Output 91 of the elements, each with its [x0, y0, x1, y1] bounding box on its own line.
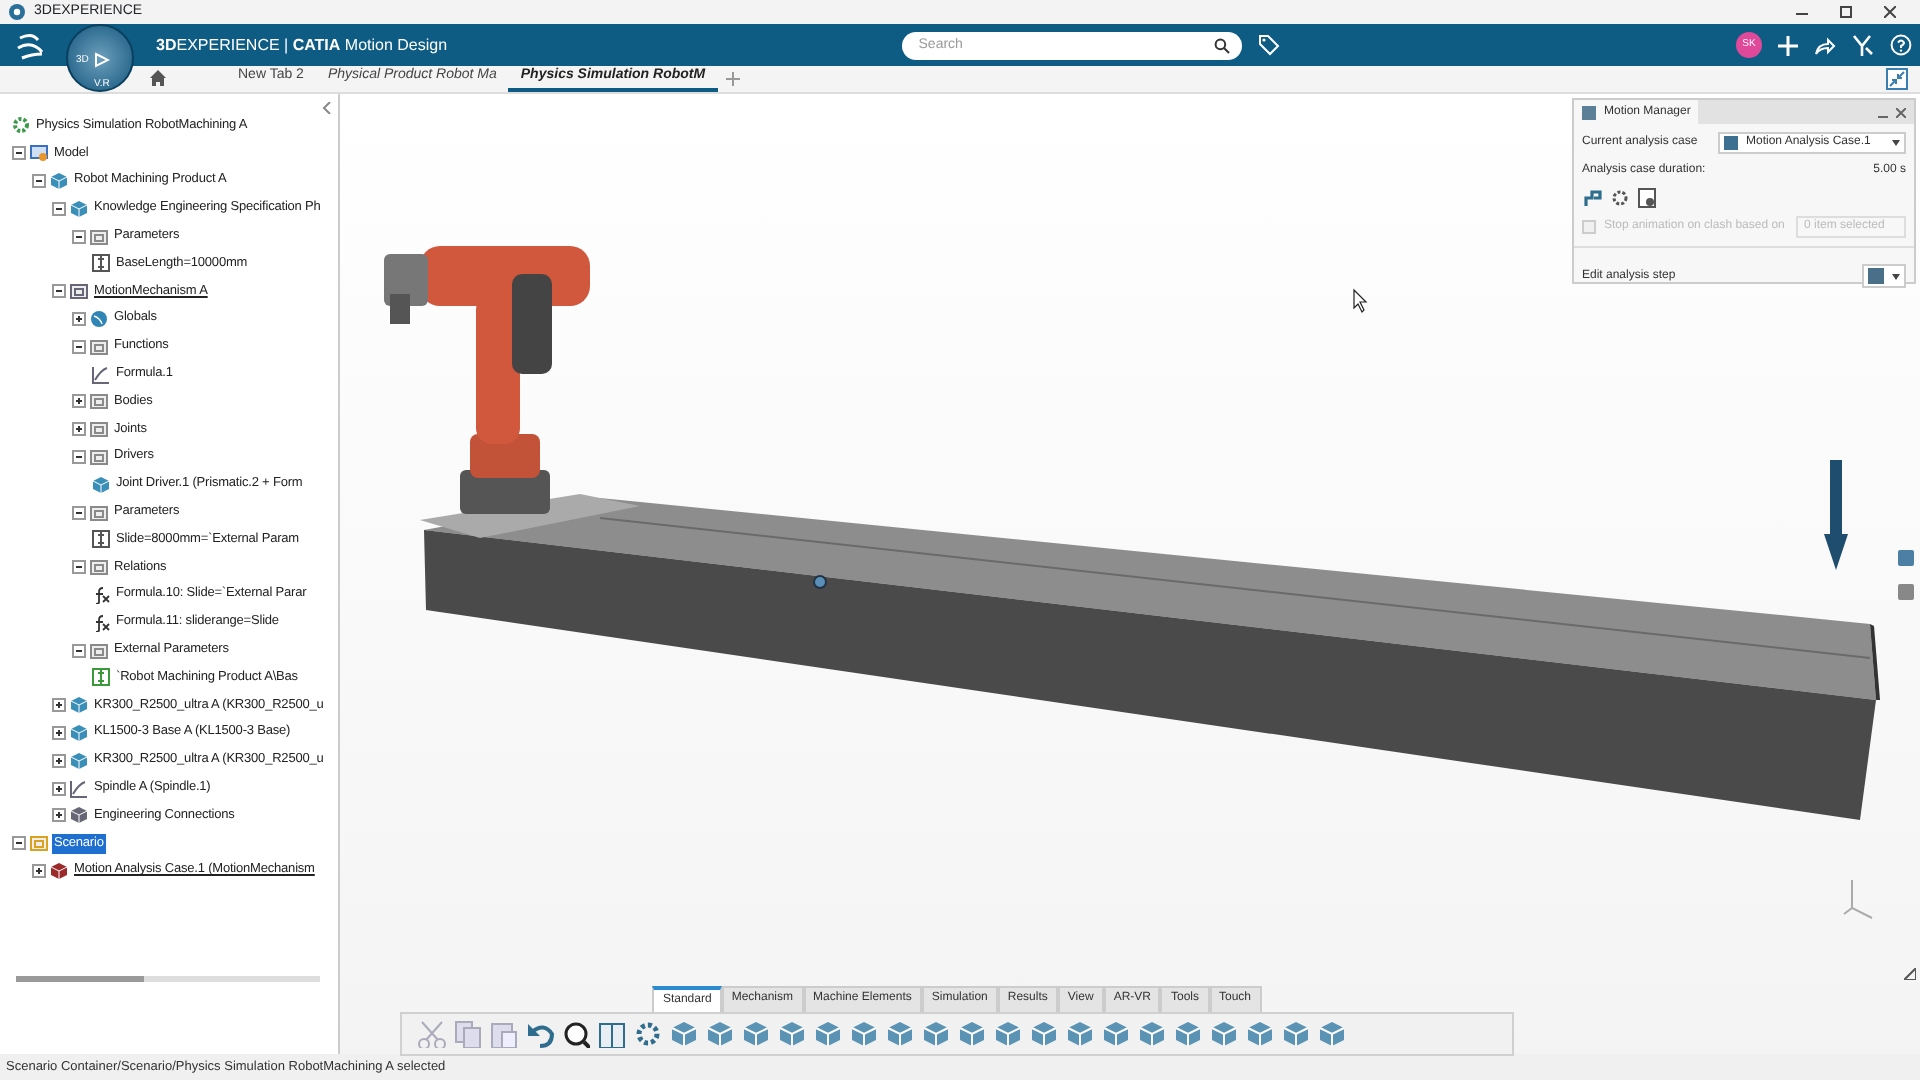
- cube-icon[interactable]: [778, 1020, 806, 1048]
- joint-marker-icon: [813, 575, 827, 589]
- cube-icon[interactable]: [886, 1020, 914, 1048]
- cube-icon: [70, 723, 88, 742]
- tag-icon[interactable]: [1258, 34, 1281, 56]
- expand-toggle[interactable]: [72, 449, 86, 464]
- cube-icon[interactable]: [742, 1020, 770, 1048]
- zoom-icon[interactable]: [562, 1020, 590, 1048]
- cube-icon[interactable]: [1246, 1020, 1274, 1048]
- expand-toggle[interactable]: [52, 808, 66, 823]
- settings-icon[interactable]: [1610, 188, 1630, 208]
- expand-toggle[interactable]: [72, 311, 86, 326]
- monitor-icon: [30, 144, 48, 163]
- edit-step-button[interactable]: [1862, 264, 1906, 288]
- ruler-icon: [92, 530, 110, 549]
- globe-icon: [90, 309, 108, 328]
- cube-icon[interactable]: [1318, 1020, 1346, 1048]
- cube-icon[interactable]: [994, 1020, 1022, 1048]
- cube-icon[interactable]: [1066, 1020, 1094, 1048]
- curve-icon: [92, 365, 110, 384]
- cursor-icon: [1353, 288, 1368, 313]
- cube-icon: [92, 475, 110, 494]
- cube-icon: [70, 806, 88, 825]
- gear-icon[interactable]: [634, 1020, 662, 1048]
- expand-toggle[interactable]: [12, 836, 26, 851]
- cube-icon: [70, 199, 88, 218]
- folder-icon: [90, 558, 108, 577]
- cube-icon[interactable]: [1174, 1020, 1202, 1048]
- cube-icon[interactable]: [814, 1020, 842, 1048]
- scrollbar[interactable]: [16, 976, 320, 982]
- share-icon[interactable]: [1813, 35, 1836, 55]
- undo-icon[interactable]: [526, 1020, 554, 1048]
- logo-icon[interactable]: [16, 31, 48, 59]
- close-icon[interactable]: [1896, 107, 1906, 117]
- expand-toggle[interactable]: [52, 781, 66, 796]
- down-arrow-icon: [1824, 460, 1848, 570]
- cube-icon: [70, 751, 88, 770]
- cube-icon[interactable]: [850, 1020, 878, 1048]
- cube-icon[interactable]: [1030, 1020, 1058, 1048]
- folder-icon: [70, 282, 88, 301]
- cube-icon[interactable]: [670, 1020, 698, 1048]
- expand-toggle[interactable]: [52, 201, 66, 216]
- caret-icon: [1892, 140, 1900, 146]
- cube-icon[interactable]: [1282, 1020, 1310, 1048]
- home-icon[interactable]: [150, 70, 166, 86]
- expand-toggle[interactable]: [72, 394, 86, 409]
- cube-icon: [50, 861, 68, 880]
- cube-icon[interactable]: [1102, 1020, 1130, 1048]
- folder-icon: [90, 503, 108, 522]
- collapse-panel-icon[interactable]: [322, 102, 332, 114]
- cube-icon[interactable]: [1210, 1020, 1238, 1048]
- maximize-icon[interactable]: [1840, 6, 1852, 18]
- expand-toggle[interactable]: [52, 753, 66, 768]
- preview-icon[interactable]: [1638, 188, 1658, 208]
- expand-toggle[interactable]: [52, 698, 66, 713]
- formula-icon: [92, 613, 110, 632]
- cube-icon[interactable]: [958, 1020, 986, 1048]
- cube-icon[interactable]: [1138, 1020, 1166, 1048]
- formula-icon: [92, 585, 110, 604]
- expand-toggle[interactable]: [72, 643, 86, 658]
- corner-arrow-icon[interactable]: [1904, 968, 1916, 980]
- book-icon[interactable]: [598, 1020, 626, 1048]
- ruler-icon: [92, 254, 110, 273]
- expand-toggle[interactable]: [72, 560, 86, 575]
- folder-icon: [30, 834, 48, 853]
- caret-icon: [1892, 273, 1900, 279]
- expand-toggle[interactable]: [32, 863, 46, 878]
- app-brand: 3DEXPERIENCE | CATIA Motion Design: [156, 33, 448, 57]
- cube-icon[interactable]: [706, 1020, 734, 1048]
- folder-icon: [90, 337, 108, 356]
- expand-toggle[interactable]: [52, 725, 66, 740]
- cube-icon: [50, 171, 68, 190]
- folder-icon: [90, 227, 108, 246]
- expand-toggle[interactable]: [12, 146, 26, 161]
- expand-toggle[interactable]: [72, 229, 86, 244]
- restore-view-icon[interactable]: [1886, 68, 1908, 90]
- folder-icon: [90, 641, 108, 660]
- ruler-icon: [92, 668, 110, 687]
- axis-triad-icon: [1843, 879, 1873, 919]
- expand-toggle[interactable]: [72, 422, 86, 437]
- expand-toggle[interactable]: [32, 173, 46, 188]
- expand-toggle[interactable]: [72, 339, 86, 354]
- help-icon[interactable]: [1889, 34, 1912, 56]
- curve-icon: [70, 779, 88, 798]
- close-icon[interactable]: [1884, 6, 1896, 18]
- play-icon[interactable]: [94, 52, 110, 68]
- cube-icon[interactable]: [922, 1020, 950, 1048]
- cube-icon: [70, 696, 88, 715]
- expand-toggle[interactable]: [52, 284, 66, 299]
- expand-toggle[interactable]: [72, 505, 86, 520]
- gear-icon: [12, 116, 30, 135]
